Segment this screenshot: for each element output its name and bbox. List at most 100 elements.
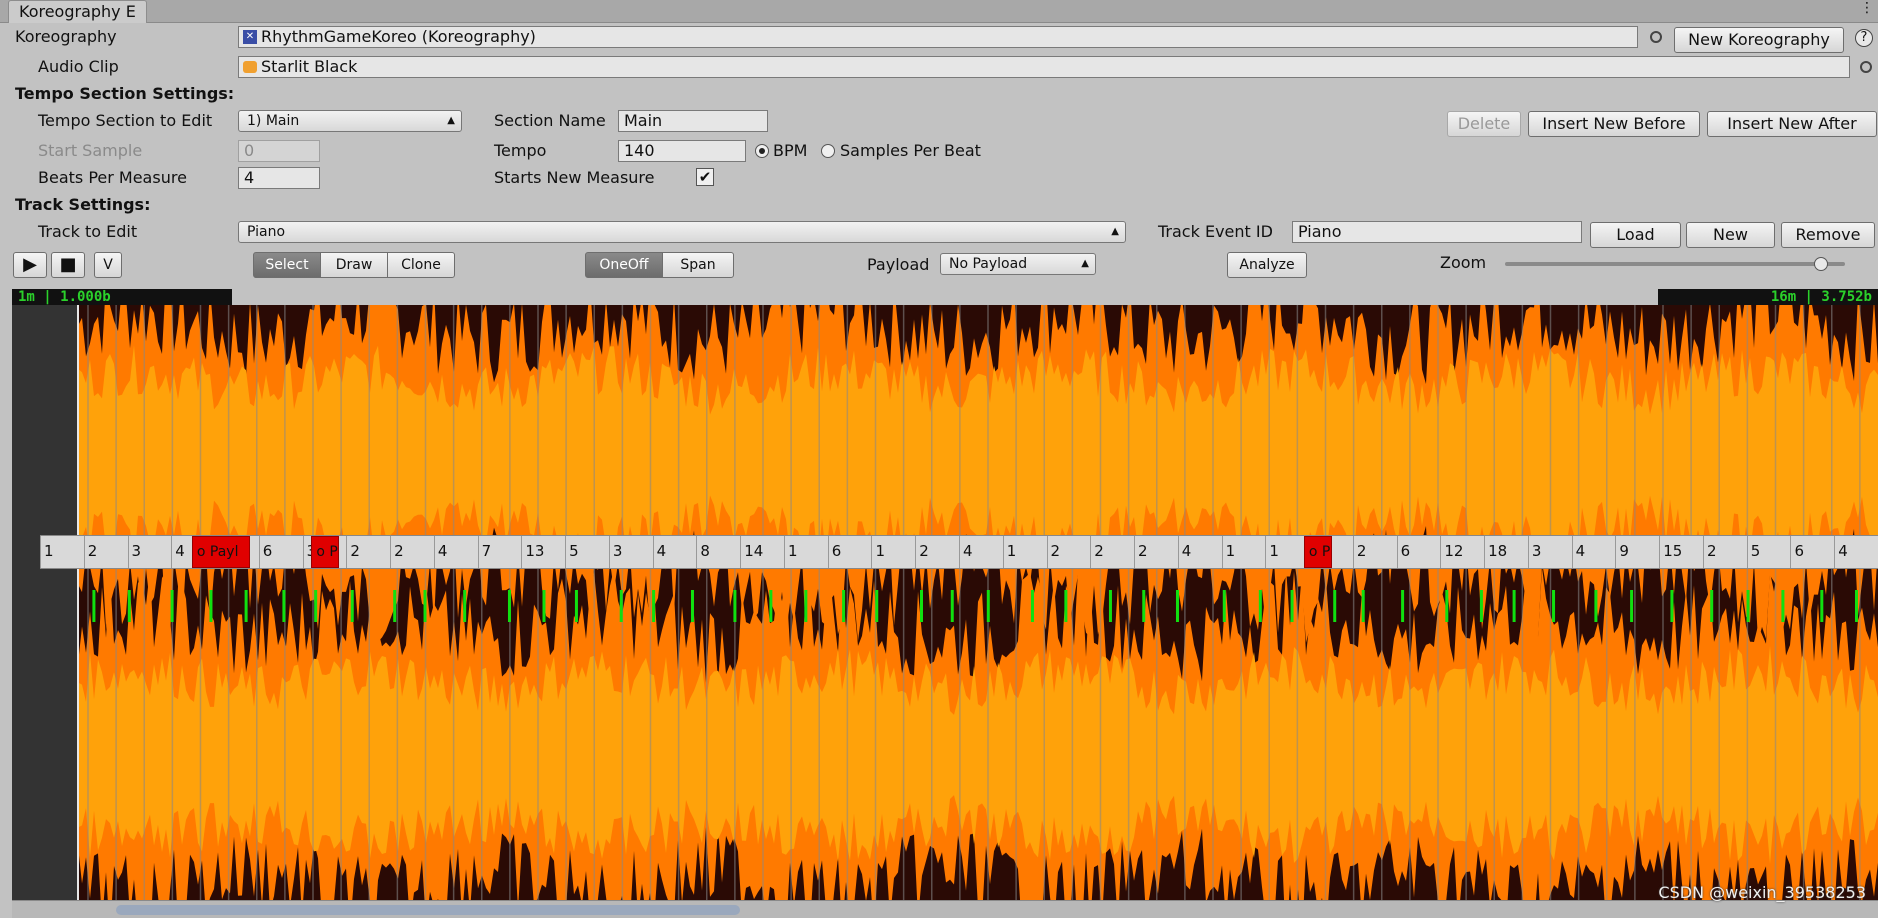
track-to-edit-dropdown[interactable]: Piano ▲ xyxy=(238,221,1126,243)
delete-section-button: Delete xyxy=(1447,111,1521,137)
analyze-button[interactable]: Analyze xyxy=(1227,252,1307,278)
event-marker[interactable] xyxy=(393,590,397,622)
audio-clip-picker-icon[interactable] xyxy=(1860,61,1872,73)
starts-new-measure-checkbox[interactable]: ✔ xyxy=(696,168,714,186)
object-picker-icon[interactable] xyxy=(1650,31,1662,43)
event-marker[interactable] xyxy=(350,590,354,622)
event-marker[interactable] xyxy=(209,590,213,622)
beat-label: 4 xyxy=(1571,536,1616,568)
event-marker[interactable] xyxy=(314,590,318,622)
mode-clone-button[interactable]: Clone xyxy=(387,252,455,278)
event-marker[interactable] xyxy=(1290,590,1294,622)
start-position-readout: 1m | 1.000b xyxy=(12,289,232,305)
event-marker[interactable] xyxy=(1670,590,1674,622)
event-marker[interactable] xyxy=(652,590,656,622)
section-name-field[interactable]: Main xyxy=(618,110,768,132)
zoom-slider-track[interactable] xyxy=(1505,262,1845,266)
play-button[interactable]: ▶ xyxy=(13,252,47,278)
event-marker[interactable] xyxy=(1333,590,1337,622)
event-marker[interactable] xyxy=(507,590,511,622)
tab-bar xyxy=(0,0,1878,23)
beat-label: 2 xyxy=(1352,536,1397,568)
tempo-section-dropdown[interactable]: 1) Main ▲ xyxy=(238,110,462,132)
koreography-event-block[interactable]: o Payl xyxy=(191,536,250,568)
waveform-view[interactable] xyxy=(78,305,1878,900)
beat-label: 4 xyxy=(1834,536,1878,568)
window-tab[interactable]: Koreography E xyxy=(8,0,147,23)
event-marker[interactable] xyxy=(1710,590,1714,622)
event-marker[interactable] xyxy=(1258,590,1262,622)
event-marker[interactable] xyxy=(92,590,96,622)
event-marker[interactable] xyxy=(1108,590,1112,622)
event-marker[interactable] xyxy=(423,590,427,622)
samples-per-beat-radio[interactable] xyxy=(821,144,835,158)
event-marker[interactable] xyxy=(1222,590,1226,622)
koreography-field[interactable]: ✕ RhythmGameKoreo (Koreography) xyxy=(238,26,1638,48)
event-marker[interactable] xyxy=(170,590,174,622)
insert-new-before-button[interactable]: Insert New Before xyxy=(1528,111,1700,137)
playhead-line[interactable] xyxy=(77,305,79,900)
track-event-id-field[interactable]: Piano xyxy=(1292,221,1582,243)
event-marker[interactable] xyxy=(463,590,467,622)
event-marker[interactable] xyxy=(875,590,879,622)
dropdown-arrow-icon: ▲ xyxy=(1111,226,1119,237)
bpm-radio[interactable] xyxy=(755,144,769,158)
beat-label: 4 xyxy=(652,536,697,568)
event-marker[interactable] xyxy=(1781,590,1785,622)
event-marker[interactable] xyxy=(733,590,737,622)
audio-clip-field[interactable]: Starlit Black xyxy=(238,56,1850,78)
event-marker[interactable] xyxy=(950,590,954,622)
koreography-event-block[interactable]: o P xyxy=(1303,536,1332,568)
view-toggle-button[interactable]: V xyxy=(94,252,122,278)
event-marker[interactable] xyxy=(804,590,808,622)
tempo-section-to-edit-label: Tempo Section to Edit xyxy=(38,111,213,130)
load-track-button[interactable]: Load xyxy=(1590,222,1681,248)
mode-select-button[interactable]: Select xyxy=(253,252,321,278)
mode-draw-button[interactable]: Draw xyxy=(320,252,388,278)
tempo-field[interactable]: 140 xyxy=(618,140,746,162)
event-marker[interactable] xyxy=(1445,590,1449,622)
event-marker[interactable] xyxy=(244,590,248,622)
event-marker[interactable] xyxy=(1175,590,1179,622)
event-marker[interactable] xyxy=(127,590,131,622)
koreography-event-block[interactable]: o P xyxy=(311,536,340,568)
remove-track-button[interactable]: Remove xyxy=(1781,222,1875,248)
event-marker[interactable] xyxy=(574,590,578,622)
new-track-button[interactable]: New xyxy=(1686,222,1775,248)
event-marker[interactable] xyxy=(1030,590,1034,622)
event-marker[interactable] xyxy=(842,590,846,622)
event-marker[interactable] xyxy=(619,590,623,622)
event-marker[interactable] xyxy=(1630,590,1634,622)
new-koreography-button[interactable]: New Koreography xyxy=(1674,27,1844,53)
event-marker[interactable] xyxy=(1594,590,1598,622)
event-marker[interactable] xyxy=(1512,590,1516,622)
event-marker[interactable] xyxy=(542,590,546,622)
track-to-edit-value: Piano xyxy=(247,224,286,240)
window-menu-icon[interactable]: ⋮ xyxy=(1860,0,1874,16)
event-type-oneoff-button[interactable]: OneOff xyxy=(585,252,663,278)
event-marker[interactable] xyxy=(1746,590,1750,622)
event-marker[interactable] xyxy=(1361,590,1365,622)
event-marker[interactable] xyxy=(1401,590,1405,622)
insert-new-after-button[interactable]: Insert New After xyxy=(1707,111,1877,137)
event-marker[interactable] xyxy=(986,590,990,622)
event-marker[interactable] xyxy=(1552,590,1556,622)
stop-button[interactable]: ■ xyxy=(51,252,85,278)
event-marker[interactable] xyxy=(1142,590,1146,622)
help-icon[interactable]: ? xyxy=(1855,29,1873,47)
horizontal-scrollbar-thumb[interactable] xyxy=(116,905,740,915)
event-marker[interactable] xyxy=(282,590,286,622)
zoom-slider-knob[interactable] xyxy=(1814,257,1829,271)
event-type-span-button[interactable]: Span xyxy=(662,252,734,278)
payload-dropdown[interactable]: No Payload ▲ xyxy=(940,253,1096,275)
event-marker[interactable] xyxy=(769,590,773,622)
beats-per-measure-field[interactable]: 4 xyxy=(238,167,320,189)
event-marker[interactable] xyxy=(1064,590,1068,622)
event-marker[interactable] xyxy=(1479,590,1483,622)
event-marker[interactable] xyxy=(1820,590,1824,622)
beat-label-strip[interactable]: 1234563224713534814161241222411626121834… xyxy=(40,535,1878,569)
event-marker[interactable] xyxy=(1854,590,1858,622)
event-marker[interactable] xyxy=(690,590,694,622)
beat-label: 1 xyxy=(40,536,84,568)
event-marker[interactable] xyxy=(920,590,924,622)
